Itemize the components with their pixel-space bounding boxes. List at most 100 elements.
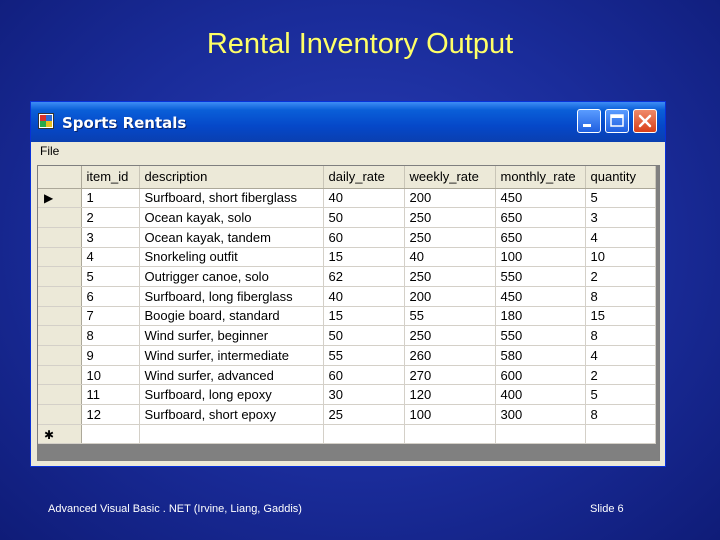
- close-button[interactable]: [633, 109, 657, 133]
- table-cell[interactable]: 650: [495, 207, 586, 228]
- table-cell[interactable]: [404, 424, 496, 445]
- row-header[interactable]: ✱: [38, 424, 82, 445]
- table-cell[interactable]: Ocean kayak, tandem: [139, 227, 324, 248]
- table-cell[interactable]: 5: [585, 384, 656, 406]
- row-header[interactable]: [38, 306, 82, 327]
- row-header[interactable]: [38, 266, 82, 287]
- table-row[interactable]: 10 Wind surfer, advanced 60 270 600 2: [38, 365, 656, 386]
- table-cell[interactable]: 10: [81, 365, 140, 386]
- table-cell[interactable]: 5: [81, 266, 140, 287]
- table-cell[interactable]: 3: [585, 207, 656, 228]
- table-row[interactable]: 7 Boogie board, standard 15 55 180 15: [38, 306, 656, 327]
- table-cell[interactable]: Surfboard, long epoxy: [139, 384, 324, 406]
- new-row[interactable]: ✱: [38, 424, 656, 445]
- table-cell[interactable]: 15: [323, 306, 405, 327]
- table-cell[interactable]: 400: [495, 384, 586, 406]
- row-header[interactable]: [38, 345, 82, 366]
- window-titlebar[interactable]: Sports Rentals: [31, 102, 665, 142]
- table-row[interactable]: 9 Wind surfer, intermediate 55 260 580 4: [38, 345, 656, 366]
- table-cell[interactable]: [585, 424, 656, 445]
- table-cell[interactable]: 250: [404, 325, 496, 346]
- table-cell[interactable]: Snorkeling outfit: [139, 247, 324, 268]
- table-row[interactable]: ▶ 1 Surfboard, short fiberglass 40 200 450 5: [38, 188, 656, 209]
- table-row[interactable]: 12 Surfboard, short epoxy 25 100 300 8: [38, 404, 656, 425]
- app-icon[interactable]: [38, 113, 54, 129]
- table-cell[interactable]: Outrigger canoe, solo: [139, 266, 324, 287]
- table-cell[interactable]: 180: [495, 306, 586, 327]
- table-row[interactable]: 2 Ocean kayak, solo 50 250 650 3: [38, 207, 656, 228]
- row-header[interactable]: [38, 207, 82, 228]
- table-cell[interactable]: 62: [323, 266, 405, 287]
- row-header[interactable]: [38, 286, 82, 307]
- table-cell[interactable]: Surfboard, long fiberglass: [139, 286, 324, 307]
- table-cell[interactable]: 250: [404, 227, 496, 248]
- table-cell[interactable]: [139, 424, 324, 445]
- row-header[interactable]: [38, 384, 82, 406]
- row-header[interactable]: [38, 247, 82, 268]
- table-cell[interactable]: 8: [81, 325, 140, 346]
- table-cell[interactable]: 5: [585, 188, 656, 209]
- table-cell[interactable]: 2: [585, 365, 656, 386]
- table-cell[interactable]: Wind surfer, intermediate: [139, 345, 324, 366]
- table-cell[interactable]: 10: [585, 247, 656, 268]
- table-row[interactable]: 5 Outrigger canoe, solo 62 250 550 2: [38, 266, 656, 287]
- table-cell[interactable]: 12: [81, 404, 140, 425]
- table-cell[interactable]: 250: [404, 266, 496, 287]
- table-cell[interactable]: 1: [81, 188, 140, 209]
- row-header[interactable]: [38, 365, 82, 386]
- table-row[interactable]: 3 Ocean kayak, tandem 60 250 650 4: [38, 227, 656, 248]
- table-cell[interactable]: 11: [81, 384, 140, 406]
- table-cell[interactable]: Wind surfer, advanced: [139, 365, 324, 386]
- table-cell[interactable]: 600: [495, 365, 586, 386]
- table-cell[interactable]: 200: [404, 286, 496, 307]
- column-header[interactable]: monthly_rate: [495, 166, 586, 189]
- column-header[interactable]: weekly_rate: [404, 166, 496, 189]
- table-cell[interactable]: 4: [81, 247, 140, 268]
- table-cell[interactable]: Boogie board, standard: [139, 306, 324, 327]
- table-cell[interactable]: 40: [323, 188, 405, 209]
- table-cell[interactable]: 2: [81, 207, 140, 228]
- table-row[interactable]: 8 Wind surfer, beginner 50 250 550 8: [38, 325, 656, 346]
- table-cell[interactable]: 550: [495, 266, 586, 287]
- table-cell[interactable]: 55: [404, 306, 496, 327]
- table-cell[interactable]: 40: [323, 286, 405, 307]
- maximize-button[interactable]: [605, 109, 629, 133]
- table-cell[interactable]: 9: [81, 345, 140, 366]
- table-cell[interactable]: 25: [323, 404, 405, 425]
- row-header[interactable]: [38, 325, 82, 346]
- table-cell[interactable]: 15: [585, 306, 656, 327]
- row-header[interactable]: [38, 404, 82, 425]
- table-cell[interactable]: [81, 424, 140, 445]
- table-cell[interactable]: Wind surfer, beginner: [139, 325, 324, 346]
- table-cell[interactable]: 40: [404, 247, 496, 268]
- row-header[interactable]: [38, 227, 82, 248]
- table-cell[interactable]: 4: [585, 345, 656, 366]
- table-cell[interactable]: 120: [404, 384, 496, 406]
- table-row[interactable]: 11 Surfboard, long epoxy 30 120 400 5: [38, 384, 656, 406]
- table-cell[interactable]: 8: [585, 325, 656, 346]
- column-header[interactable]: quantity: [585, 166, 656, 189]
- table-cell[interactable]: 8: [585, 404, 656, 425]
- data-grid[interactable]: item_id description daily_rate weekly_ra…: [37, 165, 660, 461]
- table-cell[interactable]: 260: [404, 345, 496, 366]
- table-cell[interactable]: 550: [495, 325, 586, 346]
- table-cell[interactable]: 450: [495, 286, 586, 307]
- table-cell[interactable]: [495, 424, 586, 445]
- table-cell[interactable]: 6: [81, 286, 140, 307]
- column-header[interactable]: item_id: [81, 166, 140, 189]
- menu-file[interactable]: File: [40, 144, 59, 158]
- table-row[interactable]: 4 Snorkeling outfit 15 40 100 10: [38, 247, 656, 268]
- table-cell[interactable]: [323, 424, 405, 445]
- row-header[interactable]: ▶: [38, 188, 82, 209]
- table-cell[interactable]: 100: [404, 404, 496, 425]
- table-cell[interactable]: 250: [404, 207, 496, 228]
- table-cell[interactable]: 3: [81, 227, 140, 248]
- table-cell[interactable]: 100: [495, 247, 586, 268]
- table-cell[interactable]: 450: [495, 188, 586, 209]
- table-cell[interactable]: 7: [81, 306, 140, 327]
- table-cell[interactable]: 50: [323, 325, 405, 346]
- table-cell[interactable]: 4: [585, 227, 656, 248]
- table-cell[interactable]: Surfboard, short fiberglass: [139, 188, 324, 209]
- table-cell[interactable]: 30: [323, 384, 405, 406]
- table-cell[interactable]: 60: [323, 227, 405, 248]
